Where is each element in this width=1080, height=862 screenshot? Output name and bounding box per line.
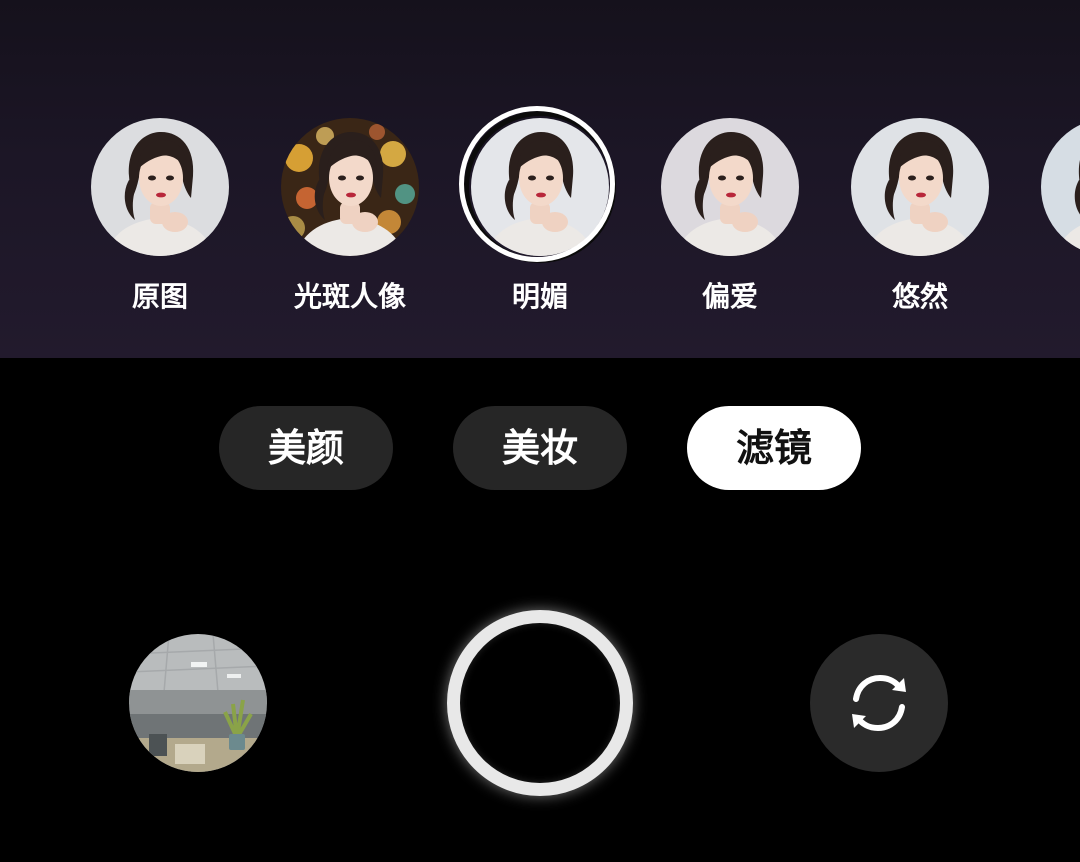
filter-item-bokeh-portrait[interactable]: 光斑人像 xyxy=(281,118,419,318)
camera-switch-icon xyxy=(852,674,906,732)
filter-thumbnail xyxy=(1041,118,1080,256)
filter-item-bright[interactable]: 明媚 xyxy=(459,106,616,318)
filter-thumbnail xyxy=(851,118,989,256)
shutter-button[interactable] xyxy=(447,610,633,796)
filter-thumbnail xyxy=(281,118,419,256)
filter-label: 光斑人像 xyxy=(293,280,406,313)
tab-filter[interactable]: 滤镜 xyxy=(687,406,861,490)
gallery-photo-icon xyxy=(129,634,267,772)
filter-strip: 原图 光斑人像 明媚 偏爱 悠然 xyxy=(0,0,1080,358)
filter-item-favor[interactable]: 偏爱 xyxy=(661,118,799,318)
filter-thumbnail xyxy=(471,118,609,256)
gallery-thumbnail-button[interactable] xyxy=(129,634,267,772)
filter-item-original[interactable]: 原图 xyxy=(91,118,229,318)
filter-label: 偏爱 xyxy=(701,280,758,313)
filter-label: 明媚 xyxy=(511,280,568,313)
tab-makeup[interactable]: 美妆 xyxy=(453,406,627,490)
filter-thumbnail xyxy=(91,118,229,256)
switch-camera-button[interactable] xyxy=(810,634,948,772)
camera-beauty-screen: 原图 光斑人像 明媚 偏爱 悠然 美颜 美妆 滤镜 xyxy=(0,0,1080,862)
filter-thumbnail xyxy=(661,118,799,256)
filter-label: 悠然 xyxy=(891,280,948,313)
filter-item-partial[interactable] xyxy=(1041,118,1080,318)
filter-label: 原图 xyxy=(131,280,188,313)
tab-beauty[interactable]: 美颜 xyxy=(219,406,393,490)
filter-item-leisure[interactable]: 悠然 xyxy=(851,118,989,318)
